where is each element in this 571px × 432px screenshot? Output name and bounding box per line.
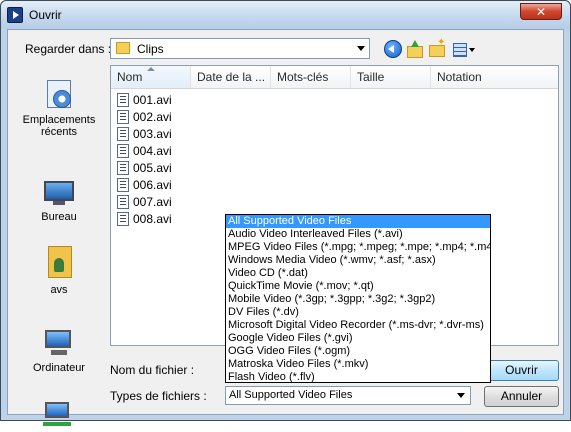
- video-file-icon: [117, 110, 129, 124]
- folder-icon: [116, 42, 130, 54]
- list-header: Nom Date de la ... Mots-clés Taille Nota…: [111, 66, 558, 89]
- dropdown-option[interactable]: OGG Video Files (*.ogm): [226, 345, 490, 358]
- place-recent[interactable]: Emplacements récents: [13, 78, 105, 138]
- dropdown-option[interactable]: DV Files (*.dv): [226, 306, 490, 319]
- look-in-dropdown[interactable]: Clips: [110, 38, 370, 59]
- file-name: 002.avi: [133, 110, 172, 124]
- column-label: Nom: [117, 70, 143, 84]
- place-label: avs: [50, 284, 68, 296]
- network-icon: [43, 402, 75, 428]
- column-header-rating[interactable]: Notation: [431, 66, 558, 88]
- file-name: 007.avi: [133, 195, 172, 209]
- title-bar[interactable]: Ouvrir ✕: [1, 1, 570, 29]
- place-label: Emplacements récents: [22, 114, 96, 138]
- file-name: 004.avi: [133, 144, 172, 158]
- recent-places-icon: [44, 78, 74, 110]
- places-bar: Emplacements récents Bureau avs Ordinate…: [13, 66, 105, 426]
- file-name: 001.avi: [133, 93, 172, 107]
- list-item[interactable]: 007.avi: [117, 194, 207, 211]
- place-network[interactable]: [13, 402, 105, 432]
- dropdown-option[interactable]: All Supported Video Files: [226, 215, 490, 228]
- list-item[interactable]: 001.avi: [117, 92, 207, 109]
- views-menu-icon[interactable]: [452, 40, 478, 58]
- video-file-icon: [117, 161, 129, 175]
- file-name: 008.avi: [133, 212, 172, 226]
- computer-icon: [43, 328, 75, 358]
- open-dialog-window: Ouvrir ✕ Regarder dans : Clips Emplaceme…: [0, 0, 571, 426]
- place-label: Bureau: [41, 211, 77, 223]
- list-item[interactable]: 003.avi: [117, 126, 207, 143]
- file-name: 005.avi: [133, 161, 172, 175]
- place-computer[interactable]: Ordinateur: [13, 328, 105, 374]
- dropdown-option[interactable]: Google Video Files (*.gvi): [226, 332, 490, 345]
- dropdown-option[interactable]: Microsoft Digital Video Recorder (*.ms-d…: [226, 319, 490, 332]
- app-icon: [7, 7, 23, 23]
- dropdown-option[interactable]: Windows Media Video (*.wmv; *.asf; *.asx…: [226, 254, 490, 267]
- file-type-value: All Supported Video Files: [229, 389, 353, 401]
- dropdown-option[interactable]: Mobile Video (*.3gp; *.3gpp; *.3g2; *.3g…: [226, 293, 490, 306]
- file-type-dropdown[interactable]: All Supported Video Files: [225, 386, 471, 405]
- new-folder-icon[interactable]: [428, 37, 446, 58]
- dropdown-option[interactable]: Flash Video (*.flv): [226, 371, 490, 384]
- place-user[interactable]: avs: [13, 246, 105, 296]
- chevron-down-icon[interactable]: [357, 46, 365, 51]
- cancel-button[interactable]: Annuler: [484, 386, 559, 407]
- place-desktop[interactable]: Bureau: [13, 179, 105, 223]
- user-folder-icon: [44, 246, 74, 280]
- dropdown-option[interactable]: QuickTime Movie (*.mov; *.qt): [226, 280, 490, 293]
- video-file-icon: [117, 93, 129, 107]
- dropdown-option[interactable]: Matroska Video Files (*.mkv): [226, 358, 490, 371]
- column-header-date[interactable]: Date de la ...: [191, 66, 271, 88]
- file-type-options-list: All Supported Video Files Audio Video In…: [225, 214, 491, 383]
- back-icon[interactable]: [384, 40, 402, 58]
- dropdown-option[interactable]: MPEG Video Files (*.mpg; *.mpeg; *.mpe; …: [226, 241, 490, 254]
- file-name-label: Nom du fichier :: [110, 363, 195, 377]
- video-file-icon: [117, 144, 129, 158]
- desktop-icon: [43, 179, 75, 207]
- column-header-size[interactable]: Taille: [351, 66, 431, 88]
- column-header-tags[interactable]: Mots-clés: [271, 66, 351, 88]
- up-folder-icon[interactable]: [406, 40, 424, 58]
- file-name: 006.avi: [133, 178, 172, 192]
- list-item[interactable]: 005.avi: [117, 160, 207, 177]
- file-type-label: Types de fichiers :: [110, 389, 207, 403]
- place-label: Ordinateur: [33, 362, 85, 374]
- video-file-icon: [117, 178, 129, 192]
- video-file-icon: [117, 127, 129, 141]
- look-in-value: Clips: [137, 42, 164, 56]
- video-file-icon: [117, 195, 129, 209]
- list-item[interactable]: 002.avi: [117, 109, 207, 126]
- list-item[interactable]: 008.avi: [117, 211, 207, 228]
- look-in-label: Regarder dans :: [25, 42, 112, 56]
- sort-ascending-icon: [147, 67, 155, 71]
- open-button[interactable]: Ouvrir: [484, 360, 559, 381]
- close-button[interactable]: ✕: [520, 3, 562, 20]
- dropdown-option[interactable]: Audio Video Interleaved Files (*.avi): [226, 228, 490, 241]
- dropdown-option[interactable]: Video CD (*.dat): [226, 267, 490, 280]
- column-header-name[interactable]: Nom: [111, 66, 191, 88]
- video-file-icon: [117, 212, 129, 226]
- list-item[interactable]: 006.avi: [117, 177, 207, 194]
- file-name: 003.avi: [133, 127, 172, 141]
- window-title: Ouvrir: [29, 8, 62, 22]
- file-items: 001.avi 002.avi 003.avi 004.avi 005.avi …: [117, 92, 207, 228]
- list-item[interactable]: 004.avi: [117, 143, 207, 160]
- chevron-down-icon[interactable]: [457, 393, 465, 398]
